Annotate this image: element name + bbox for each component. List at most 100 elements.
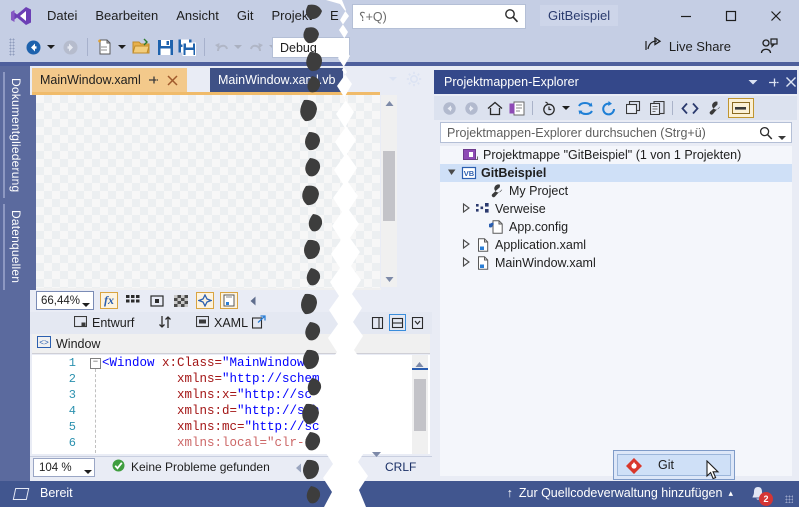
split-vertical-icon[interactable] [369,314,386,331]
tree-item-verweise[interactable]: Verweise [440,200,792,218]
tab-entwurf[interactable]: Entwurf [74,312,134,334]
notification-count-badge[interactable]: 2 [759,492,773,506]
sidebar-item-datenquellen[interactable]: Datenquellen [3,204,27,290]
maximize-button[interactable] [708,0,753,31]
resize-grip[interactable] [785,495,793,503]
code-line-1[interactable]: <Window x:Class="MainWindow" [102,356,312,370]
properties-window-icon[interactable] [646,98,668,118]
add-to-source-control-button[interactable]: ↑ Zur Quellcodeverwaltung hinzufügen ▴ [507,486,733,500]
close-icon[interactable] [781,72,799,92]
menu-item-datei[interactable]: Datei [38,0,86,32]
document-tab-dropdown-icon[interactable] [386,72,402,88]
tree-item-gitbeispiel[interactable]: VB GitBeispiel [440,164,792,182]
chevron-down-icon[interactable] [84,464,92,478]
navigate-back-dropdown[interactable] [44,35,57,59]
alignment-icon[interactable] [196,292,214,309]
navigate-back-icon[interactable] [22,35,44,59]
tree-expander-collapsed[interactable] [460,202,474,216]
fold-collapse-icon[interactable]: − [90,358,101,369]
open-folder-icon[interactable] [130,35,152,59]
collapse-all-icon[interactable] [622,98,644,118]
menu-item-bearbeiten[interactable]: Bearbeiten [86,0,167,32]
split-horizontal-icon[interactable] [389,314,406,331]
pin-icon[interactable] [147,74,160,87]
save-all-icon[interactable] [176,35,198,59]
global-search-input[interactable]: ⸮+Q) [359,9,387,24]
tab-mainwindow-xaml[interactable]: MainWindow.xaml [32,68,187,92]
problem-status[interactable]: Keine Probleme gefunden [112,459,270,475]
tree-item-app-config[interactable]: App.config [440,218,792,236]
chevron-down-icon[interactable] [82,297,90,311]
panel-menu-icon[interactable] [743,72,763,92]
refresh-icon[interactable] [598,98,620,118]
tree-item-solution[interactable]: Projektmappe "GitBeispiel" (1 von 1 Proj… [440,146,792,164]
solution-configuration-dropdown[interactable]: Debug [272,37,350,58]
global-search-box[interactable]: ⸮+Q) [352,4,526,29]
xaml-code-editor[interactable]: 1 2 3 4 5 6 − <Window x:Class="MainWindo… [32,355,430,454]
tree-expander-expanded[interactable] [446,166,460,180]
menu-item-git[interactable]: Git [228,0,263,32]
tree-item-application-xaml[interactable]: Application.xaml [440,236,792,254]
designer-canvas[interactable] [36,95,380,291]
show-code-icon[interactable] [678,98,702,118]
live-share-button[interactable]: Live Share [645,34,731,58]
collapse-panel-icon[interactable] [244,292,262,309]
tree-expander-collapsed[interactable] [460,256,474,270]
sync-with-active-document-icon[interactable] [574,98,596,118]
new-file-icon[interactable] [94,35,115,59]
properties-icon[interactable] [704,98,726,118]
swap-panes-icon[interactable] [158,315,174,331]
menu-item-ansicht[interactable]: Ansicht [167,0,228,32]
tree-expander-collapsed[interactable] [460,238,474,252]
line-ending-indicator[interactable]: CRLF [385,460,416,474]
preview-selected-items-icon[interactable] [728,98,754,118]
chevron-up-icon[interactable]: ▴ [728,488,733,499]
designer-vertical-scrollbar[interactable] [381,95,397,287]
close-icon[interactable] [166,74,179,87]
code-line-3[interactable]: xmlns:x="http://sc [102,388,312,402]
sidebar-item-dokumentgliederung[interactable]: Dokumentgliederung [3,72,27,198]
line-ending-dropdown-icon[interactable] [372,447,381,461]
toolbar-drag-grip[interactable] [9,38,15,56]
close-button[interactable] [753,0,798,31]
new-file-dropdown[interactable] [115,35,128,59]
live-share-label: Live Share [669,39,731,54]
snap-to-grid-icon[interactable] [148,292,166,309]
scrollbar-thumb[interactable] [414,379,426,431]
breadcrumb[interactable]: <> Window [32,334,430,354]
search-options-caret-icon[interactable] [778,130,786,144]
minimize-button[interactable] [663,0,708,31]
solution-explorer-search-input[interactable]: Projektmappen-Explorer durchsuchen (Strg… [440,122,792,143]
pending-changes-icon[interactable] [506,98,528,118]
save-icon[interactable] [154,35,176,59]
scroll-up-icon[interactable] [381,95,397,111]
code-line-4[interactable]: xmlns:d="http://sch [102,404,320,418]
problem-nav-prev-icon[interactable] [295,462,302,476]
menu-item-erstellen[interactable]: E [321,0,348,32]
scroll-down-icon[interactable] [381,271,397,287]
code-line-5[interactable]: xmlns:mc="http://sc [102,420,320,434]
home-icon[interactable] [484,98,506,118]
tree-item-label: My Project [509,184,568,198]
collapse-pane-icon[interactable] [409,314,426,331]
scrollbar-thumb[interactable] [383,151,395,221]
tab-mainwindow-xaml-vb[interactable]: MainWindow.xaml.vb [210,68,343,92]
transparency-grid-icon[interactable] [172,292,190,309]
show-all-files-icon[interactable] [538,98,560,118]
show-all-files-dropdown[interactable] [560,98,572,118]
tree-item-my-project[interactable]: My Project [440,182,792,200]
effects-fx-icon[interactable]: fx [100,292,118,309]
code-line-2[interactable]: xmlns="http://schem [102,372,320,386]
pin-icon[interactable] [763,72,783,92]
tree-item-mainwindow-xaml[interactable]: MainWindow.xaml [440,254,792,272]
grid-icon[interactable] [124,292,142,309]
feedback-person-icon[interactable] [757,34,781,58]
tree-item-label: MainWindow.xaml [495,256,596,270]
popout-icon[interactable] [252,315,268,331]
code-line-6[interactable]: xmlns:local="clr-n [102,436,312,450]
tab-xaml[interactable]: XAML [196,312,248,334]
menu-item-projekt[interactable]: Projekt [263,0,321,32]
ready-flag-icon [13,488,30,500]
refresh-designer-icon[interactable] [220,292,238,309]
gear-icon[interactable] [406,71,424,89]
